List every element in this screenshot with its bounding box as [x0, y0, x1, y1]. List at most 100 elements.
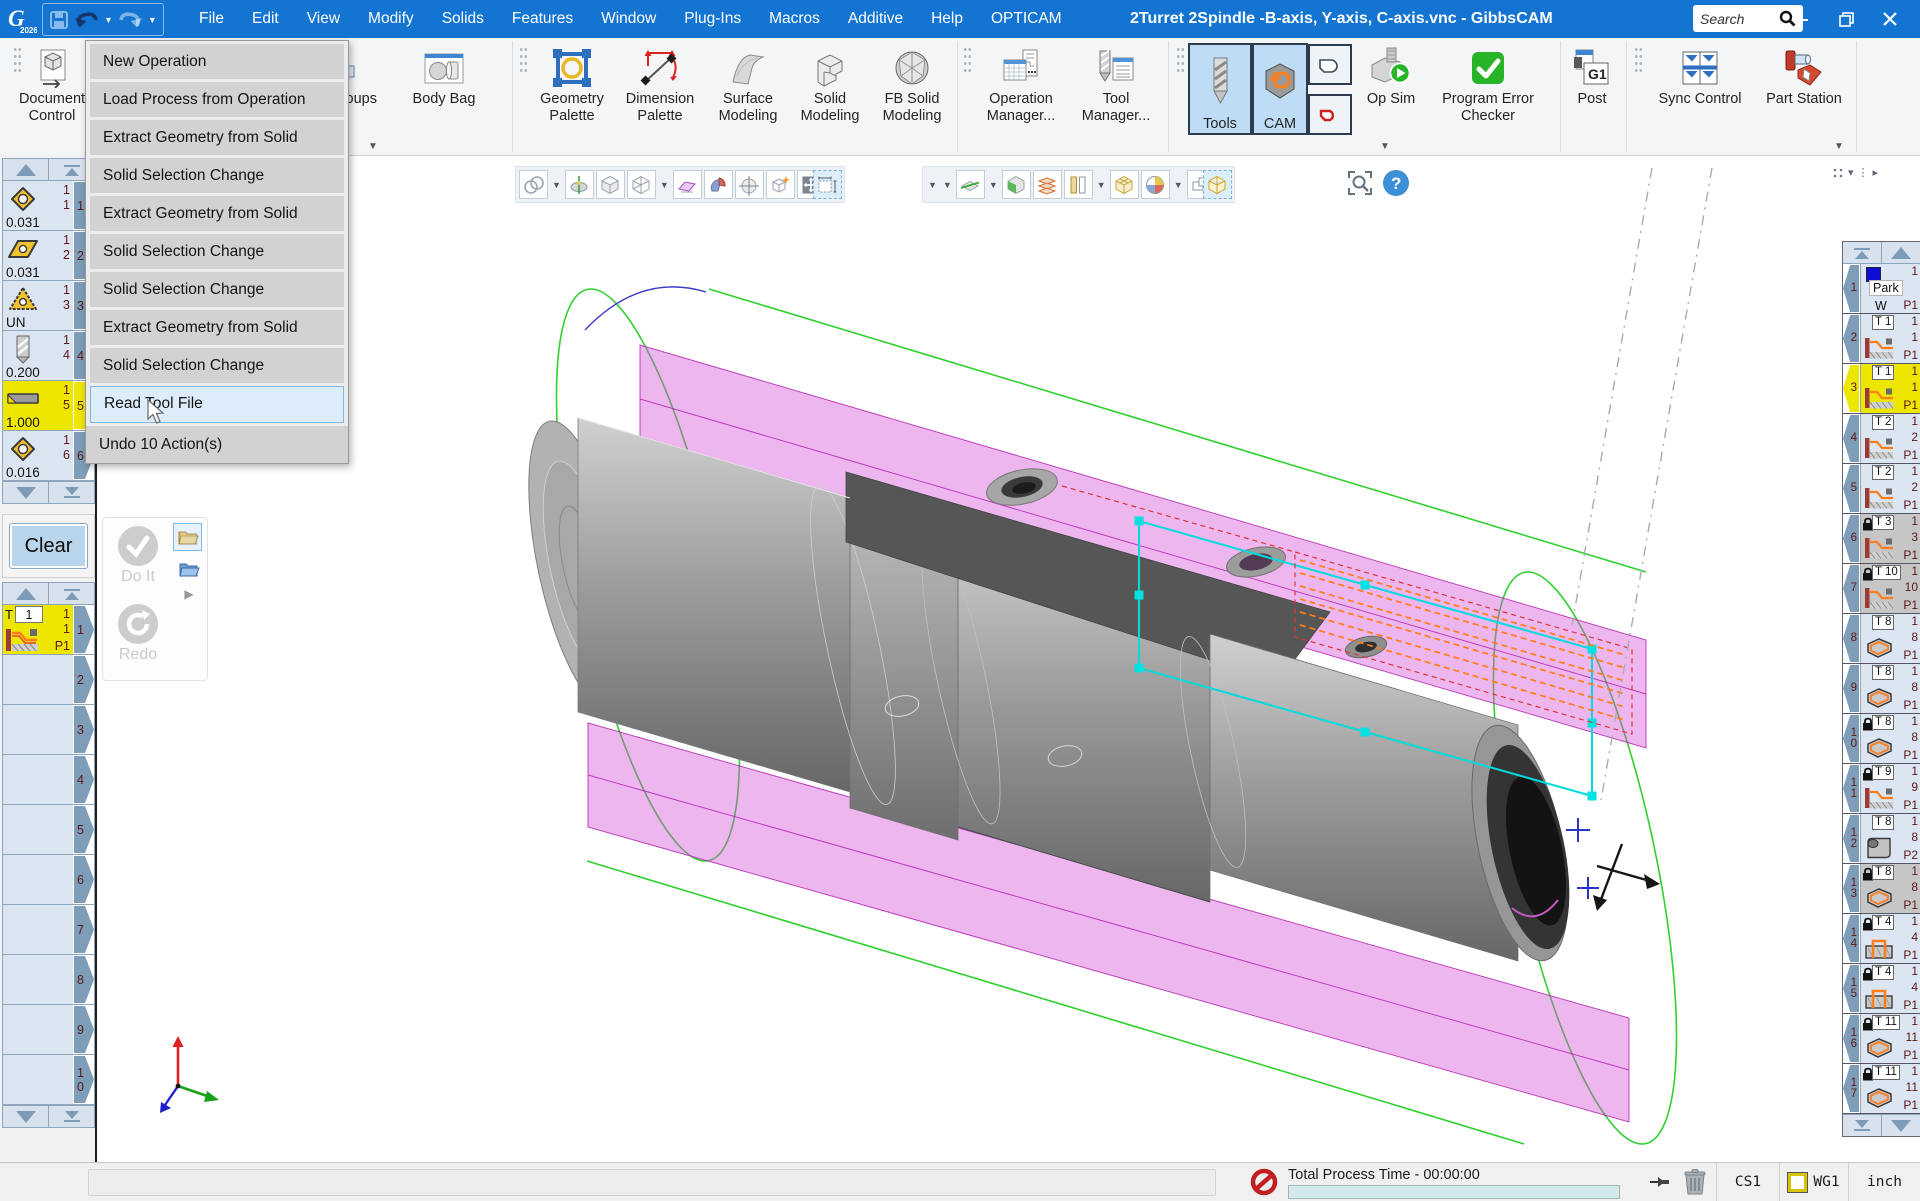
process-tile-empty[interactable]: 2	[3, 655, 94, 705]
redo-button[interactable]	[117, 8, 144, 31]
op-tile[interactable]: 11ParkWP1	[1843, 264, 1920, 314]
process-list-scroll-down-button[interactable]	[3, 1106, 49, 1127]
process-tab[interactable]: 8	[73, 955, 94, 1004]
undo-menu-item[interactable]: Extract Geometry from Solid	[90, 120, 344, 155]
restore-button[interactable]	[1824, 0, 1868, 38]
program-error-checker-button[interactable]: Program Error Checker	[1432, 42, 1544, 124]
tool-list-scroll-bottom-button[interactable]	[49, 482, 94, 503]
tool-tile[interactable]: 160.0166	[3, 431, 94, 481]
overflow-more-icon[interactable]: ⋮	[1858, 166, 1869, 179]
op-tab[interactable]: 14	[1843, 914, 1860, 963]
process-tab[interactable]: 7	[73, 905, 94, 954]
units-indicator[interactable]: inch	[1848, 1163, 1920, 1201]
menu-plug-ins[interactable]: Plug-Ins	[670, 0, 755, 38]
group-drag-handle[interactable]	[1634, 46, 1643, 73]
overflow-expand-icon[interactable]: ▸	[1873, 166, 1879, 179]
zoom-fit-icon[interactable]	[1345, 168, 1375, 198]
menu-file[interactable]: File	[185, 0, 238, 38]
dropdown-icon[interactable]: ▼	[943, 180, 952, 190]
save-icon[interactable]	[48, 9, 70, 31]
process-tile-empty[interactable]: 7	[3, 905, 94, 955]
viewport-3d-scene[interactable]	[97, 155, 1920, 1162]
dropdown-icon[interactable]: ▼	[989, 180, 998, 190]
op-sim-button[interactable]: Op Sim	[1352, 42, 1430, 108]
cam-shape-option-icon[interactable]	[1308, 44, 1352, 85]
dropdown-icon[interactable]: ▼	[1174, 180, 1183, 190]
orient-cube-icon[interactable]	[766, 170, 795, 199]
document-control-button[interactable]: Document Control	[8, 42, 96, 124]
op-tab[interactable]: 4	[1843, 414, 1860, 463]
op-tab[interactable]: 17	[1843, 1064, 1860, 1113]
op-tab[interactable]: 6	[1843, 514, 1860, 563]
overflow-caret-icon[interactable]: ▾	[1848, 166, 1854, 179]
workgroup-indicator[interactable]: WG1	[1779, 1163, 1848, 1201]
stop-icon[interactable]	[1250, 1168, 1278, 1196]
group-overflow-icon[interactable]: ▼	[1834, 141, 1844, 152]
group-overflow-icon[interactable]: ▼	[1380, 141, 1390, 152]
op-tab[interactable]: 7	[1843, 564, 1860, 613]
op-tile[interactable]: 4T 212P1	[1843, 414, 1920, 464]
cam-toolpath-option-icon[interactable]	[1308, 94, 1352, 135]
shaded-view-icon[interactable]	[596, 170, 625, 199]
dimension-toggle-icon[interactable]	[813, 170, 842, 199]
undo-menu-item[interactable]: Solid Selection Change	[90, 272, 344, 307]
redo-dropdown-icon[interactable]: ▼	[148, 15, 157, 25]
op-tile[interactable]: 6T 313P1	[1843, 514, 1920, 564]
op-tab[interactable]: 9	[1843, 664, 1860, 713]
pin-icon[interactable]	[1648, 1171, 1672, 1193]
undo-menu-item[interactable]: Solid Selection Change	[90, 348, 344, 383]
cut-plane-icon[interactable]	[956, 170, 985, 199]
op-tile[interactable]: 9T 818P1	[1843, 664, 1920, 714]
op-tile[interactable]: 12T 818P2	[1843, 814, 1920, 864]
op-tab[interactable]: 3	[1843, 364, 1860, 413]
undo-menu-item[interactable]: New Operation	[90, 44, 344, 79]
process-tab[interactable]: 2	[73, 655, 94, 704]
select-circles-icon[interactable]	[519, 170, 548, 199]
process-list-scroll-top-button[interactable]	[49, 583, 94, 604]
menu-window[interactable]: Window	[587, 0, 670, 38]
op-tile[interactable]: 3T 111P1	[1843, 364, 1920, 414]
process-tile-empty[interactable]: 5	[3, 805, 94, 855]
op-tab[interactable]: 15	[1843, 964, 1860, 1013]
tool-tile[interactable]: 151.0005	[3, 381, 94, 431]
process-tile-empty[interactable]: 4	[3, 755, 94, 805]
undo-menu-item[interactable]: Load Process from Operation	[90, 82, 344, 117]
wire-cube-yellow-icon[interactable]	[1203, 170, 1232, 199]
cam-toggle-button[interactable]: CAM	[1252, 43, 1308, 135]
dropdown-icon[interactable]: ▼	[928, 180, 937, 190]
op-list-scroll-top-button[interactable]	[1843, 242, 1882, 263]
process-tile-empty[interactable]: 8	[3, 955, 94, 1005]
menu-features[interactable]: Features	[498, 0, 587, 38]
process-tile-empty[interactable]: 10	[3, 1055, 94, 1105]
group-drag-handle[interactable]	[519, 46, 528, 73]
menu-additive[interactable]: Additive	[834, 0, 917, 38]
op-tile[interactable]: 2T 111P1	[1843, 314, 1920, 364]
geometry-palette-button[interactable]: Geometry Palette	[528, 42, 616, 124]
menu-macros[interactable]: Macros	[755, 0, 834, 38]
process-tab[interactable]: 6	[73, 855, 94, 904]
group-overflow-icon[interactable]: ▼	[368, 141, 378, 152]
tool-list-scroll-down-button[interactable]	[3, 482, 49, 503]
layer-stack-icon[interactable]	[1033, 170, 1062, 199]
tool-tile[interactable]: 13UN3	[3, 281, 94, 331]
menu-view[interactable]: View	[293, 0, 354, 38]
tool-tile[interactable]: 140.2004	[3, 331, 94, 381]
op-tab[interactable]: 1	[1843, 264, 1860, 313]
op-list-scroll-bottom-button[interactable]	[1843, 1115, 1882, 1136]
menu-help[interactable]: Help	[917, 0, 977, 38]
orient-sphere-icon[interactable]	[735, 170, 764, 199]
undo-menu-item[interactable]: Solid Selection Change	[90, 234, 344, 269]
process-tab[interactable]: 3	[73, 705, 94, 754]
fb-solid-modeling-button[interactable]: FB Solid Modeling	[870, 42, 954, 124]
sync-control-button[interactable]: Sync Control	[1648, 42, 1752, 108]
process-tab[interactable]: 4	[73, 755, 94, 804]
minimize-button[interactable]	[1780, 0, 1824, 38]
op-tab[interactable]: 11	[1843, 764, 1860, 813]
section-view-icon[interactable]	[565, 170, 594, 199]
tool-manager-button[interactable]: Tool Manager...	[1072, 42, 1160, 124]
dropdown-icon[interactable]: ▼	[1097, 180, 1106, 190]
trash-icon[interactable]	[1682, 1168, 1708, 1196]
undo-menu-item[interactable]: Extract Geometry from Solid	[90, 196, 344, 231]
process-tile-empty[interactable]: 6	[3, 855, 94, 905]
op-list-scroll-down-button[interactable]	[1882, 1115, 1920, 1136]
